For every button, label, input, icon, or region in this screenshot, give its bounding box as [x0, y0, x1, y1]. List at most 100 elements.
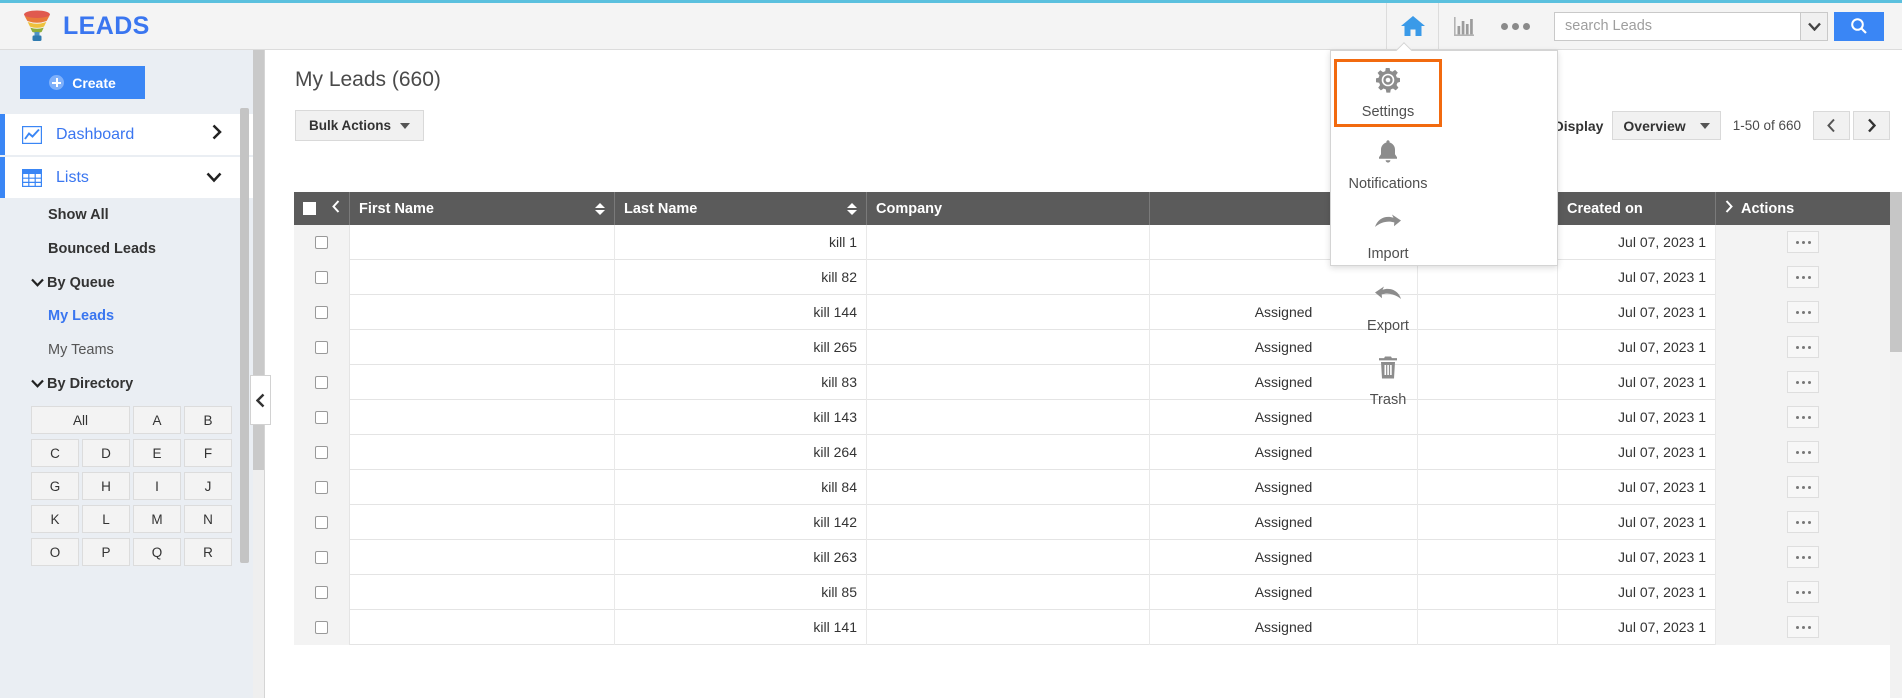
- sidebar-item-my-leads[interactable]: My Leads: [0, 299, 264, 333]
- sort-arrows-icon[interactable]: [595, 202, 605, 215]
- home-icon[interactable]: [1386, 2, 1438, 50]
- directory-button-l[interactable]: L: [82, 505, 130, 533]
- row-actions-three-dots-icon[interactable]: [1787, 581, 1819, 603]
- sidebar-inner-scrollbar[interactable]: [240, 108, 249, 563]
- select-all-checkbox[interactable]: [303, 202, 316, 215]
- search-input[interactable]: [1554, 11, 1800, 41]
- cell-company: [867, 504, 1150, 540]
- row-checkbox[interactable]: [315, 550, 328, 564]
- table-row[interactable]: kill 263 Assigned Jul 07, 2023 1: [294, 539, 1890, 575]
- chevron-right-icon[interactable]: [212, 124, 222, 145]
- header-expand-chevron-right-icon[interactable]: [1725, 200, 1733, 217]
- directory-button-b[interactable]: B: [184, 406, 232, 434]
- table-row[interactable]: kill 144 Assigned Jul 07, 2023 1: [294, 294, 1890, 330]
- row-actions-three-dots-icon[interactable]: [1787, 336, 1819, 358]
- row-checkbox[interactable]: [315, 620, 328, 634]
- search-submit-button[interactable]: [1834, 11, 1884, 41]
- table-row[interactable]: kill 85 Assigned Jul 07, 2023 1: [294, 574, 1890, 610]
- prev-page-button[interactable]: [1813, 111, 1850, 140]
- table-row[interactable]: kill 141 Assigned Jul 07, 2023 1: [294, 609, 1890, 645]
- directory-button-n[interactable]: N: [184, 505, 232, 533]
- scrollbar-thumb[interactable]: [240, 108, 249, 563]
- search-scope-chevron-down-icon[interactable]: [1800, 11, 1828, 41]
- row-actions-three-dots-icon[interactable]: [1787, 546, 1819, 568]
- row-actions-three-dots-icon[interactable]: [1787, 371, 1819, 393]
- row-checkbox[interactable]: [315, 340, 328, 354]
- directory-button-i[interactable]: I: [133, 472, 181, 500]
- row-checkbox[interactable]: [315, 445, 328, 459]
- sidebar-item-show-all[interactable]: Show All: [0, 198, 264, 232]
- directory-button-d[interactable]: D: [82, 439, 130, 467]
- directory-button-g[interactable]: G: [31, 472, 79, 500]
- row-actions-three-dots-icon[interactable]: [1787, 406, 1819, 428]
- directory-button-e[interactable]: E: [133, 439, 181, 467]
- directory-button-f[interactable]: F: [184, 439, 232, 467]
- sort-arrows-icon[interactable]: [847, 202, 857, 215]
- directory-button-p[interactable]: P: [82, 538, 130, 566]
- table-row[interactable]: kill 82 Jul 07, 2023 1: [294, 259, 1890, 295]
- sidebar-scrollbar[interactable]: [253, 50, 264, 698]
- row-actions-three-dots-icon[interactable]: [1787, 511, 1819, 533]
- directory-button-a[interactable]: A: [133, 406, 181, 434]
- table-scrollbar[interactable]: [1890, 192, 1902, 698]
- row-actions-three-dots-icon[interactable]: [1787, 441, 1819, 463]
- header-created-on[interactable]: Created on: [1558, 192, 1716, 225]
- bulk-actions-button[interactable]: Bulk Actions: [295, 110, 425, 141]
- header-last-name[interactable]: Last Name: [615, 192, 867, 225]
- directory-button-o[interactable]: O: [31, 538, 79, 566]
- directory-button-q[interactable]: Q: [133, 538, 181, 566]
- row-actions-three-dots-icon[interactable]: [1787, 301, 1819, 323]
- header-collapse-chevron-left-icon[interactable]: [332, 200, 340, 217]
- table-row[interactable]: kill 1 Jul 07, 2023 1: [294, 224, 1890, 260]
- row-checkbox[interactable]: [315, 480, 328, 494]
- row-actions-three-dots-icon[interactable]: [1787, 616, 1819, 638]
- sidebar-group-by-queue[interactable]: By Queue: [0, 266, 264, 299]
- row-checkbox[interactable]: [315, 235, 328, 249]
- cell-first-name: [350, 609, 615, 645]
- directory-button-j[interactable]: J: [184, 472, 232, 500]
- sidebar-item-my-teams[interactable]: My Teams: [0, 333, 264, 367]
- more-menu-item-export[interactable]: Export: [1334, 275, 1442, 343]
- sidebar-item-bounced-leads[interactable]: Bounced Leads: [0, 232, 264, 266]
- next-page-button[interactable]: [1853, 111, 1890, 140]
- more-menu-item-settings[interactable]: Settings: [1334, 59, 1442, 127]
- table-row[interactable]: kill 264 Assigned Jul 07, 2023 1: [294, 434, 1890, 470]
- more-menu-item-trash[interactable]: Trash: [1334, 347, 1442, 415]
- cell-created-on: Jul 07, 2023 1: [1558, 469, 1716, 505]
- directory-button-h[interactable]: H: [82, 472, 130, 500]
- table-row[interactable]: kill 265 Assigned Jul 07, 2023 1: [294, 329, 1890, 365]
- directory-button-r[interactable]: R: [184, 538, 232, 566]
- row-checkbox[interactable]: [315, 305, 328, 319]
- directory-button-c[interactable]: C: [31, 439, 79, 467]
- sidebar-collapse-handle[interactable]: [250, 375, 271, 425]
- more-menu-item-notifications[interactable]: Notifications: [1334, 131, 1442, 199]
- row-actions-three-dots-icon[interactable]: [1787, 266, 1819, 288]
- table-row[interactable]: kill 143 Assigned Jul 07, 2023 1: [294, 399, 1890, 435]
- sidebar-item-lists[interactable]: Lists: [0, 157, 264, 198]
- row-checkbox[interactable]: [315, 585, 328, 599]
- view-select[interactable]: Overview: [1612, 111, 1721, 140]
- row-checkbox[interactable]: [315, 410, 328, 424]
- header-first-name[interactable]: First Name: [350, 192, 615, 225]
- row-checkbox[interactable]: [315, 375, 328, 389]
- three-dots-icon[interactable]: [1488, 3, 1542, 50]
- directory-button-m[interactable]: M: [133, 505, 181, 533]
- table-row[interactable]: kill 84 Assigned Jul 07, 2023 1: [294, 469, 1890, 505]
- create-button[interactable]: Create: [20, 66, 145, 99]
- row-checkbox[interactable]: [315, 270, 328, 284]
- row-actions-three-dots-icon[interactable]: [1787, 231, 1819, 253]
- header-company[interactable]: Company: [867, 192, 1150, 225]
- bar-chart-icon[interactable]: [1438, 2, 1488, 50]
- brand[interactable]: LEADS: [0, 10, 150, 42]
- sidebar-item-dashboard[interactable]: Dashboard: [0, 114, 264, 155]
- more-menu-item-import[interactable]: Import: [1334, 203, 1442, 271]
- chevron-down-icon[interactable]: [206, 168, 222, 188]
- scrollbar-thumb[interactable]: [1890, 192, 1902, 352]
- table-row[interactable]: kill 142 Assigned Jul 07, 2023 1: [294, 504, 1890, 540]
- sidebar-group-by-directory[interactable]: By Directory: [0, 367, 264, 400]
- row-checkbox[interactable]: [315, 515, 328, 529]
- row-actions-three-dots-icon[interactable]: [1787, 476, 1819, 498]
- table-row[interactable]: kill 83 Assigned Jul 07, 2023 1: [294, 364, 1890, 400]
- directory-button-k[interactable]: K: [31, 505, 79, 533]
- directory-button-all[interactable]: All: [31, 406, 130, 434]
